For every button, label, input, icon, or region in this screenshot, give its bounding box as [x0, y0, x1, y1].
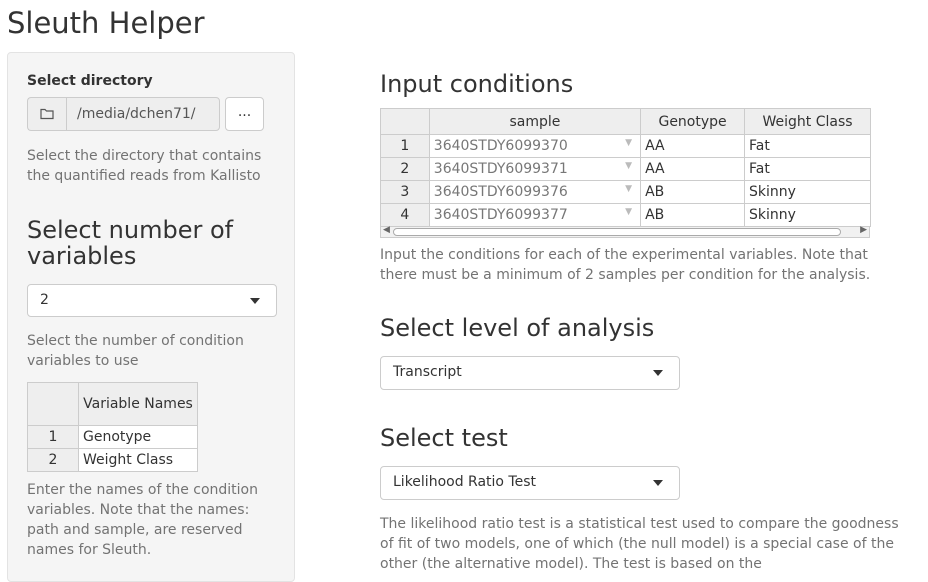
table-corner-header: [27, 382, 79, 426]
scroll-left-icon[interactable]: ◀: [383, 225, 390, 235]
app-title: Sleuth Helper: [7, 6, 205, 40]
dropdown-arrow-icon: ▼: [625, 184, 633, 194]
directory-label: Select directory: [27, 73, 153, 89]
num-vars-help-text: Select the number of condition variables…: [27, 333, 244, 369]
directory-input-group: /media/dchen71/ ...: [27, 97, 264, 131]
analysis-level-select[interactable]: Transcript: [380, 356, 680, 390]
variable-names-header: Variable Names: [78, 382, 198, 426]
sample-value: 3640STDY6099370: [433, 138, 568, 154]
sample-value: 3640STDY6099376: [433, 184, 568, 200]
directory-path-field[interactable]: /media/dchen71/: [66, 97, 220, 131]
conditions-table: sample Genotype Weight Class 1 3640STDY6…: [380, 108, 871, 227]
row-index: 4: [380, 203, 430, 227]
table-corner-header: [380, 108, 430, 135]
sample-cell[interactable]: 3640STDY6099376 ▼: [428, 180, 642, 204]
analysis-level-heading: Select level of analysis: [380, 314, 655, 342]
genotype-cell[interactable]: AA: [640, 157, 746, 181]
genotype-cell[interactable]: AB: [640, 180, 746, 204]
row-index: 1: [27, 425, 79, 449]
sample-cell[interactable]: 3640STDY6099371 ▼: [428, 157, 642, 181]
sample-cell[interactable]: 3640STDY6099377 ▼: [428, 203, 642, 227]
test-select[interactable]: Likelihood Ratio Test: [380, 466, 680, 500]
conditions-table-container: sample Genotype Weight Class 1 3640STDY6…: [380, 108, 871, 240]
dropdown-arrow-icon: ▼: [625, 207, 633, 217]
table-row: 3 3640STDY6099376 ▼ AB Skinny: [380, 180, 871, 204]
weight-class-cell[interactable]: Fat: [744, 157, 871, 181]
column-header-genotype: Genotype: [640, 108, 746, 135]
dropdown-arrow-icon: ▼: [625, 138, 633, 148]
genotype-cell[interactable]: AB: [640, 203, 746, 227]
num-vars-heading: Select number of variables: [27, 216, 234, 270]
num-vars-select[interactable]: 2: [27, 284, 277, 317]
scroll-right-icon[interactable]: ▶: [860, 225, 867, 235]
caret-down-icon: [653, 480, 663, 486]
sidebar-panel: Select directory /media/dchen71/ ... Sel…: [7, 52, 295, 582]
variable-name-cell[interactable]: Weight Class: [78, 448, 198, 472]
caret-down-icon: [653, 370, 663, 376]
analysis-level-selected: Transcript: [393, 364, 462, 380]
column-header-sample: sample: [428, 108, 642, 135]
folder-icon: [27, 97, 66, 131]
row-index: 2: [380, 157, 430, 181]
input-conditions-heading: Input conditions: [380, 70, 574, 98]
table-row: 1 Genotype: [27, 425, 198, 449]
sample-value: 3640STDY6099377: [433, 207, 568, 223]
row-index: 1: [380, 134, 430, 158]
table-row: 2 Weight Class: [27, 448, 198, 472]
num-vars-selected: 2: [40, 292, 49, 308]
test-help-text: The likelihood ratio test is a statistic…: [380, 516, 899, 572]
directory-help-text: Select the directory that contains the q…: [27, 148, 262, 184]
sample-value: 3640STDY6099371: [433, 161, 568, 177]
weight-class-cell[interactable]: Skinny: [744, 203, 871, 227]
test-heading: Select test: [380, 424, 508, 452]
row-index: 3: [380, 180, 430, 204]
conditions-help-text: Input the conditions for each of the exp…: [380, 247, 871, 283]
row-index: 2: [27, 448, 79, 472]
table-row: 2 3640STDY6099371 ▼ AA Fat: [380, 157, 871, 181]
table-row: 1 3640STDY6099370 ▼ AA Fat: [380, 134, 871, 158]
horizontal-scrollbar[interactable]: ◀ ▶: [380, 225, 870, 238]
genotype-cell[interactable]: AA: [640, 134, 746, 158]
scrollbar-thumb[interactable]: [393, 228, 841, 236]
column-header-weight-class: Weight Class: [744, 108, 871, 135]
test-selected: Likelihood Ratio Test: [393, 474, 536, 490]
variable-names-table: Variable Names 1 Genotype 2 Weight Class: [27, 382, 198, 472]
table-row: 4 3640STDY6099377 ▼ AB Skinny: [380, 203, 871, 227]
sample-cell[interactable]: 3640STDY6099370 ▼: [428, 134, 642, 158]
browse-button[interactable]: ...: [225, 97, 264, 131]
weight-class-cell[interactable]: Skinny: [744, 180, 871, 204]
variable-name-cell[interactable]: Genotype: [78, 425, 198, 449]
dropdown-arrow-icon: ▼: [625, 161, 633, 171]
caret-down-icon: [250, 298, 260, 304]
variable-names-help-text: Enter the names of the condition variabl…: [27, 482, 258, 558]
weight-class-cell[interactable]: Fat: [744, 134, 871, 158]
